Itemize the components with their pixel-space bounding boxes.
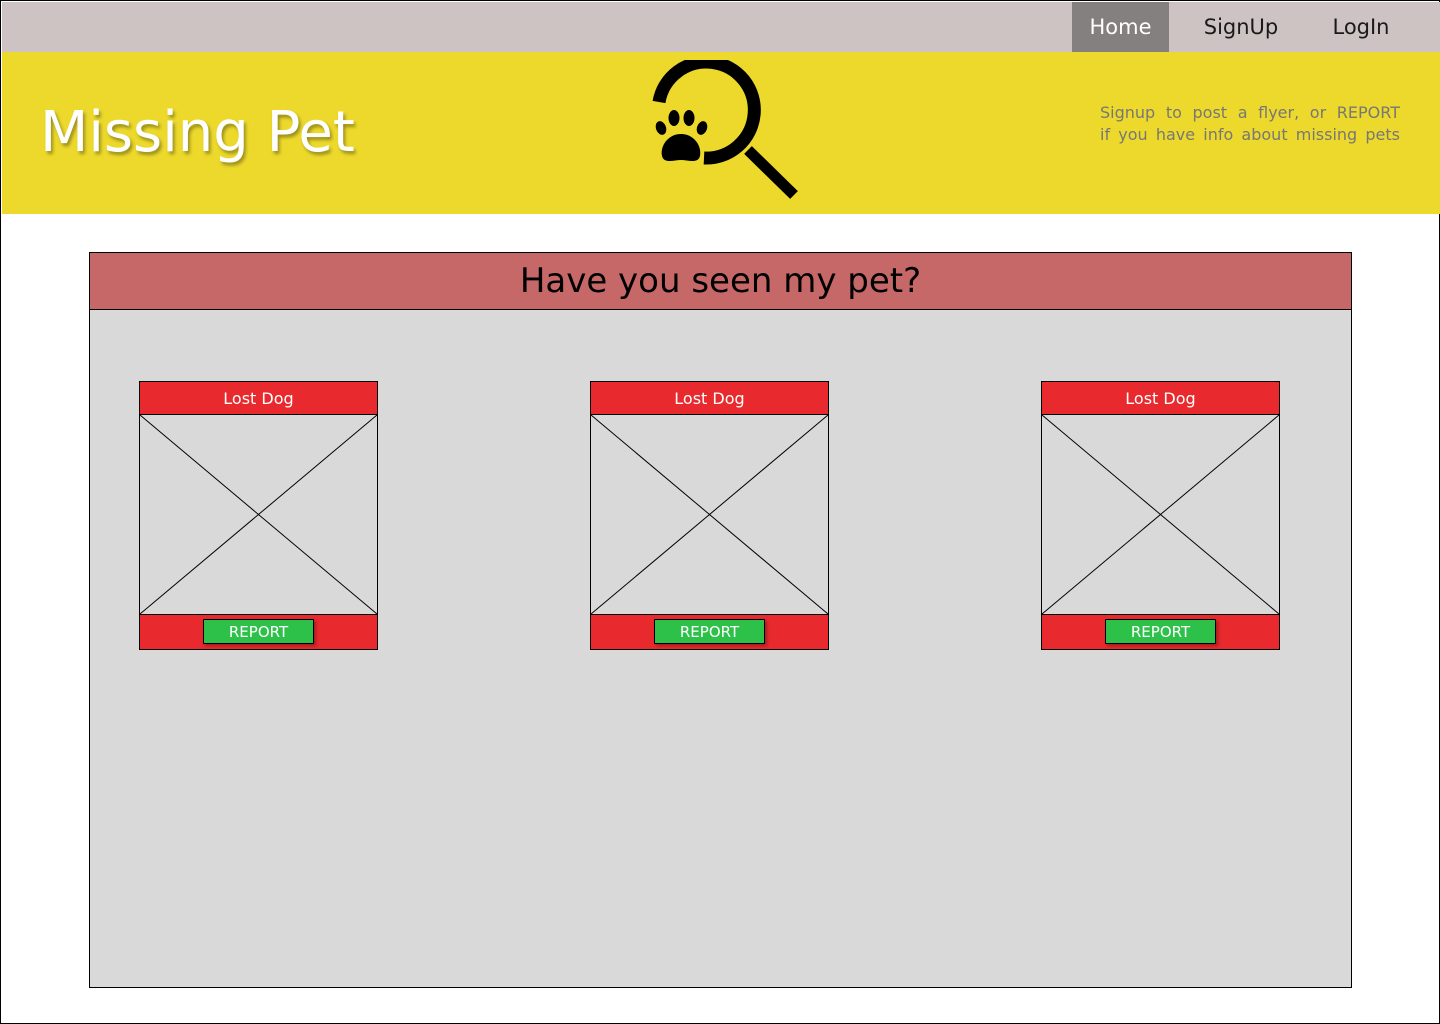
report-button[interactable]: REPORT [203, 619, 314, 644]
report-button[interactable]: REPORT [654, 619, 765, 644]
card-title: Lost Dog [1041, 381, 1280, 415]
site-title: Missing Pet [40, 100, 355, 165]
card-footer: REPORT [139, 614, 378, 650]
tagline-line-1: Signup to post a flyer, or REPORT [1100, 103, 1400, 122]
card-title: Lost Dog [139, 381, 378, 415]
flyer-card: Lost Dog REPORT [1041, 381, 1280, 650]
flyer-card: Lost Dog REPORT [590, 381, 829, 650]
image-placeholder[interactable] [1041, 414, 1280, 615]
nav-login-link[interactable]: LogIn [1312, 2, 1410, 52]
image-placeholder[interactable] [590, 414, 829, 615]
card-title: Lost Dog [590, 381, 829, 415]
panel-heading: Have you seen my pet? [89, 252, 1352, 310]
placeholder-cross-icon [140, 415, 377, 614]
image-placeholder[interactable] [139, 414, 378, 615]
paw-magnifier-icon [642, 55, 802, 205]
page-frame: Home SignUp LogIn Missing Pet Signup to … [0, 0, 1440, 1024]
placeholder-cross-icon [591, 415, 828, 614]
report-button[interactable]: REPORT [1105, 619, 1216, 644]
flyers-panel: Have you seen my pet? Lost Dog REPORT Lo… [89, 252, 1352, 988]
hero-banner: Missing Pet Signup to post a flyer, or R… [2, 52, 1440, 214]
tagline-line-2: if you have info about missing pets [1100, 125, 1400, 144]
top-nav: Home SignUp LogIn [2, 2, 1440, 52]
card-footer: REPORT [1041, 614, 1280, 650]
placeholder-cross-icon [1042, 415, 1279, 614]
tagline: Signup to post a flyer, or REPORT if you… [1100, 102, 1400, 146]
nav-home-link[interactable]: Home [1072, 2, 1169, 52]
card-footer: REPORT [590, 614, 829, 650]
nav-signup-link[interactable]: SignUp [1182, 2, 1300, 52]
flyer-card: Lost Dog REPORT [139, 381, 378, 650]
